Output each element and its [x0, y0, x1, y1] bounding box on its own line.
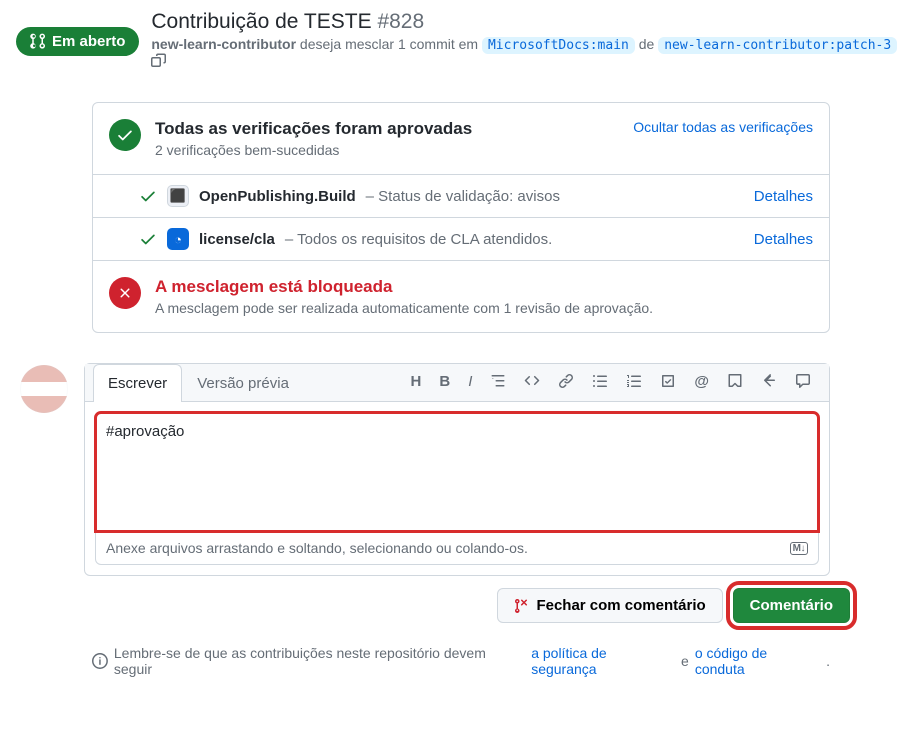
number-list-icon[interactable] — [626, 373, 642, 393]
mention-icon[interactable]: @ — [694, 373, 709, 393]
pull-request-icon — [30, 33, 46, 49]
link-icon[interactable] — [558, 373, 574, 393]
hide-checks-link[interactable]: Ocultar todas as verificações — [633, 119, 813, 135]
merge-status-box: Todas as verificações foram aprovadas 2 … — [92, 102, 830, 333]
footer-note: Lembre-se de que as contribuições neste … — [92, 645, 830, 677]
closed-pr-icon — [514, 598, 530, 614]
merge-description: new-learn-contributor deseja mesclar 1 c… — [151, 36, 906, 72]
bold-icon[interactable]: B — [439, 373, 450, 393]
check-icon — [139, 187, 157, 205]
quote-icon[interactable] — [490, 373, 506, 393]
tab-preview[interactable]: Versão prévia — [182, 364, 304, 402]
check-desc: – Todos os requisitos de CLA atendidos. — [285, 231, 552, 248]
blocked-sub: A mesclagem pode ser realizada automatic… — [155, 300, 813, 316]
copy-icon[interactable] — [151, 56, 167, 72]
markdown-icon[interactable]: M↓ — [790, 542, 808, 555]
comment-button[interactable]: Comentário — [733, 588, 850, 623]
italic-icon[interactable]: I — [468, 373, 472, 393]
openpublishing-icon: ⬛ — [167, 185, 189, 207]
compare-branch[interactable]: new-learn-contributor:patch-3 — [658, 37, 897, 54]
base-branch[interactable]: MicrosoftDocs:main — [482, 37, 635, 54]
saved-replies-icon[interactable] — [795, 373, 811, 393]
status-badge: Em aberto — [16, 27, 139, 56]
security-policy-link[interactable]: a política de segurança — [531, 645, 675, 677]
check-name: license/cla — [199, 231, 275, 248]
check-success-icon — [109, 119, 141, 151]
check-desc: – Status de validação: avisos — [366, 188, 560, 205]
checks-summary-title: Todas as verificações foram aprovadas — [155, 119, 619, 139]
heading-icon[interactable]: H — [411, 373, 422, 393]
check-row: ◔ license/cla – Todos os requisitos de C… — [93, 218, 829, 261]
task-list-icon[interactable] — [660, 373, 676, 393]
cla-icon: ◔ — [167, 228, 189, 250]
attach-bar[interactable]: Anexe arquivos arrastando e soltando, se… — [95, 532, 819, 565]
code-of-conduct-link[interactable]: o código de conduta — [695, 645, 820, 677]
reply-icon[interactable] — [761, 373, 777, 393]
check-details-link[interactable]: Detalhes — [754, 188, 813, 205]
check-icon — [139, 230, 157, 248]
formatting-toolbar: H B I @ — [401, 365, 822, 401]
pr-title: Contribuição de TESTE #828 — [151, 10, 906, 34]
blocked-icon — [109, 277, 141, 309]
info-icon — [92, 653, 108, 669]
comment-box: Escrever Versão prévia H B I @ #aprovaçã… — [84, 363, 830, 576]
check-name: OpenPublishing.Build — [199, 188, 356, 205]
code-icon[interactable] — [524, 373, 540, 393]
check-details-link[interactable]: Detalhes — [754, 231, 813, 248]
blocked-title: A mesclagem está bloqueada — [155, 277, 813, 297]
comment-textarea[interactable]: #aprovação — [95, 412, 819, 532]
status-label: Em aberto — [52, 33, 125, 50]
avatar — [20, 365, 68, 413]
close-with-comment-button[interactable]: Fechar com comentário — [497, 588, 722, 623]
check-row: ⬛ OpenPublishing.Build – Status de valid… — [93, 175, 829, 218]
reference-icon[interactable] — [727, 373, 743, 393]
checks-summary-sub: 2 verificações bem-sucedidas — [155, 142, 619, 158]
tab-write[interactable]: Escrever — [93, 364, 182, 402]
bullet-list-icon[interactable] — [592, 373, 608, 393]
